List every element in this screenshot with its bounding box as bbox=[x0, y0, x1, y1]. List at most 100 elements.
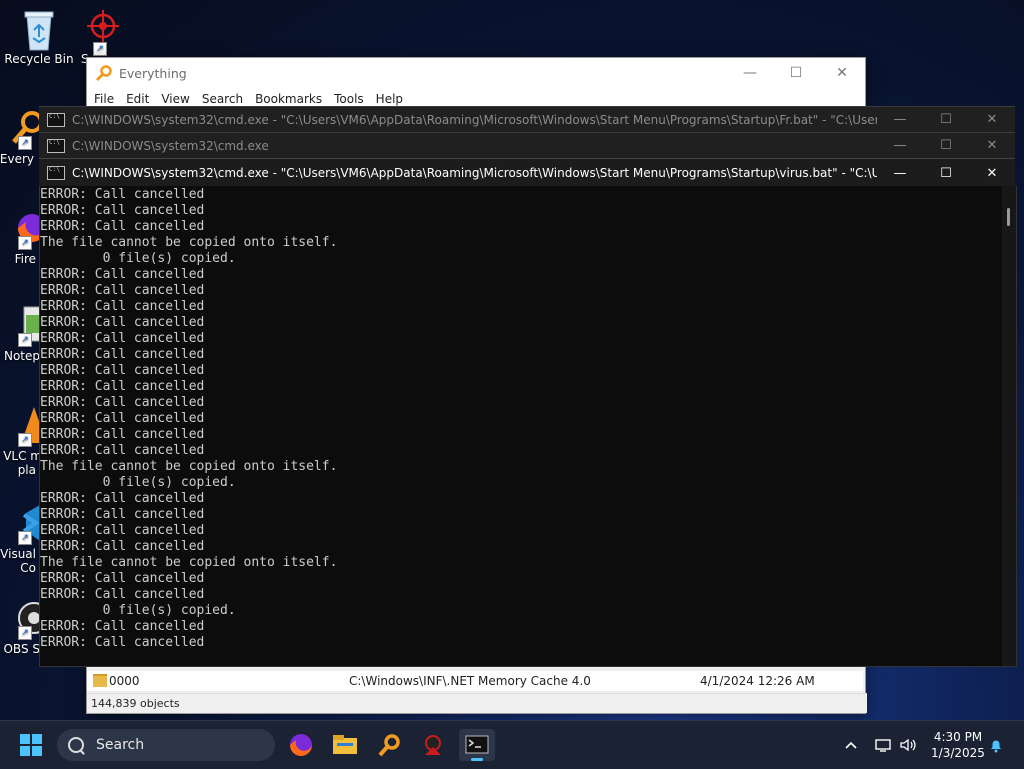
cmd-window-title: C:\WINDOWS\system32\cmd.exe bbox=[72, 138, 269, 153]
result-path: C:\Windows\INF\.NET Memory Cache 4.0 bbox=[349, 674, 591, 688]
cmd-console[interactable]: ERROR: Call cancelled ERROR: Call cancell… bbox=[39, 186, 1017, 667]
console-output: ERROR: Call cancelled ERROR: Call cancell… bbox=[40, 186, 1016, 651]
volume-icon[interactable] bbox=[899, 721, 917, 769]
tray-chevron-up-icon[interactable] bbox=[844, 721, 858, 769]
console-line: ERROR: Call cancelled bbox=[40, 523, 205, 538]
cmd-window-title: C:\WINDOWS\system32\cmd.exe - "C:\Users\… bbox=[72, 112, 877, 127]
everything-window-title: Everything bbox=[119, 65, 187, 81]
windows-logo-pane bbox=[20, 746, 30, 756]
console-line: 0 file(s) copied. bbox=[40, 475, 236, 490]
shortcut-arrow-icon: ↗ bbox=[18, 626, 32, 640]
everything-app-icon bbox=[95, 64, 113, 82]
minimize-icon[interactable]: — bbox=[877, 138, 923, 153]
everything-search-icon[interactable] bbox=[371, 729, 407, 761]
cmd-icon bbox=[47, 112, 65, 127]
console-line: ERROR: Call cancelled bbox=[40, 411, 205, 426]
shortcut-arrow-icon: ↗ bbox=[93, 42, 107, 56]
console-line: ERROR: Call cancelled bbox=[40, 619, 205, 634]
console-line: ERROR: Call cancelled bbox=[40, 395, 205, 410]
console-line: ERROR: Call cancelled bbox=[40, 635, 205, 650]
everything-title-bar[interactable]: Everything — ☐ ✕ bbox=[87, 58, 865, 88]
console-line: The file cannot be copied onto itself. bbox=[40, 459, 338, 474]
cmd-window-fr-bat-title-bar[interactable]: C:\WINDOWS\system32\cmd.exe - "C:\Users\… bbox=[39, 106, 1015, 132]
close-icon[interactable]: ✕ bbox=[969, 166, 1015, 181]
crosshair-app-icon: ↗ bbox=[81, 8, 121, 56]
shortcut-arrow-icon: ↗ bbox=[18, 433, 32, 447]
desktop-icon-label: Recycle Bin bbox=[4, 52, 74, 66]
console-line: ERROR: Call cancelled bbox=[40, 587, 205, 602]
cmd-window-plain-title-bar[interactable]: C:\WINDOWS\system32\cmd.exe — ☐ ✕ bbox=[39, 132, 1015, 158]
shortcut-arrow-icon: ↗ bbox=[18, 136, 32, 150]
menu-view[interactable]: View bbox=[161, 92, 189, 106]
notification-bell-icon[interactable] bbox=[988, 721, 1004, 769]
cmd-window-virus-bat-title-bar[interactable]: C:\WINDOWS\system32\cmd.exe - "C:\Users\… bbox=[39, 158, 1015, 187]
menu-edit[interactable]: Edit bbox=[126, 92, 149, 106]
maximize-icon[interactable]: ☐ bbox=[923, 112, 969, 127]
clock-time: 4:30 PM bbox=[933, 730, 983, 744]
console-line: The file cannot be copied onto itself. bbox=[40, 235, 338, 250]
terminal-icon[interactable] bbox=[459, 729, 495, 761]
console-line: ERROR: Call cancelled bbox=[40, 331, 205, 346]
console-line: ERROR: Call cancelled bbox=[40, 427, 205, 442]
console-line: ERROR: Call cancelled bbox=[40, 491, 205, 506]
menu-file[interactable]: File bbox=[94, 92, 114, 106]
search-label: Search bbox=[96, 737, 145, 753]
result-name: 0000 bbox=[109, 674, 140, 688]
menu-search[interactable]: Search bbox=[202, 92, 243, 106]
close-icon[interactable]: ✕ bbox=[969, 112, 1015, 127]
clock-date: 1/3/2025 bbox=[931, 746, 985, 760]
minimize-icon[interactable]: — bbox=[727, 65, 773, 81]
desktop-icon-recycle-bin[interactable]: Recycle Bin bbox=[2, 8, 76, 66]
taskbar-search[interactable]: Search bbox=[57, 729, 275, 761]
active-indicator bbox=[471, 758, 483, 761]
file-explorer-icon[interactable] bbox=[327, 729, 363, 761]
console-line: ERROR: Call cancelled bbox=[40, 187, 205, 202]
windows-logo-icon bbox=[20, 734, 30, 744]
cmd-icon bbox=[47, 166, 65, 180]
console-line: ERROR: Call cancelled bbox=[40, 379, 205, 394]
result-row[interactable]: 0000 C:\Windows\INF\.NET Memory Cache 4.… bbox=[87, 671, 863, 691]
console-line: ERROR: Call cancelled bbox=[40, 347, 205, 362]
windows-logo-pane bbox=[32, 734, 42, 744]
console-line: 0 file(s) copied. bbox=[40, 603, 236, 618]
status-bar: 144,839 objects bbox=[87, 693, 867, 713]
minimize-icon[interactable]: — bbox=[877, 112, 923, 127]
console-line: ERROR: Call cancelled bbox=[40, 571, 205, 586]
menu-bookmarks[interactable]: Bookmarks bbox=[255, 92, 322, 106]
shortcut-arrow-icon: ↗ bbox=[18, 333, 32, 347]
console-line: ERROR: Call cancelled bbox=[40, 299, 205, 314]
taskbar: Search 4:30 PM 1/3/2025 bbox=[0, 720, 1024, 769]
recycle-bin-icon bbox=[19, 8, 59, 51]
console-line: ERROR: Call cancelled bbox=[40, 507, 205, 522]
menu-tools[interactable]: Tools bbox=[334, 92, 364, 106]
result-date: 4/1/2024 12:26 AM bbox=[700, 674, 815, 688]
maximize-icon[interactable]: ☐ bbox=[923, 166, 969, 181]
network-icon[interactable] bbox=[874, 721, 892, 769]
console-line: ERROR: Call cancelled bbox=[40, 283, 205, 298]
console-line: ERROR: Call cancelled bbox=[40, 363, 205, 378]
shortcut-arrow-icon: ↗ bbox=[18, 531, 32, 545]
console-line: ERROR: Call cancelled bbox=[40, 219, 205, 234]
console-line: 0 file(s) copied. bbox=[40, 251, 236, 266]
cmd-icon bbox=[47, 138, 65, 153]
folder-icon bbox=[93, 674, 107, 687]
minimize-icon[interactable]: — bbox=[877, 166, 923, 181]
shortcut-arrow-icon: ↗ bbox=[18, 236, 32, 250]
scrollbar-thumb[interactable] bbox=[1007, 208, 1010, 226]
close-icon[interactable]: ✕ bbox=[969, 138, 1015, 153]
firefox-icon[interactable] bbox=[283, 729, 319, 761]
console-scrollbar[interactable] bbox=[1002, 186, 1016, 666]
windows-logo-pane bbox=[32, 746, 42, 756]
maximize-icon[interactable]: ☐ bbox=[773, 65, 819, 81]
console-line: ERROR: Call cancelled bbox=[40, 443, 205, 458]
search-icon bbox=[68, 737, 84, 753]
cmd-window-title: C:\WINDOWS\system32\cmd.exe - "C:\Users\… bbox=[72, 166, 877, 180]
custom-app-icon[interactable] bbox=[415, 729, 451, 761]
menu-help[interactable]: Help bbox=[376, 92, 403, 106]
start-button[interactable] bbox=[20, 734, 42, 756]
maximize-icon[interactable]: ☐ bbox=[923, 138, 969, 153]
console-line: The file cannot be copied onto itself. bbox=[40, 555, 338, 570]
close-icon[interactable]: ✕ bbox=[819, 65, 865, 81]
console-line: ERROR: Call cancelled bbox=[40, 315, 205, 330]
taskbar-clock[interactable]: 4:30 PM 1/3/2025 bbox=[925, 729, 991, 761]
